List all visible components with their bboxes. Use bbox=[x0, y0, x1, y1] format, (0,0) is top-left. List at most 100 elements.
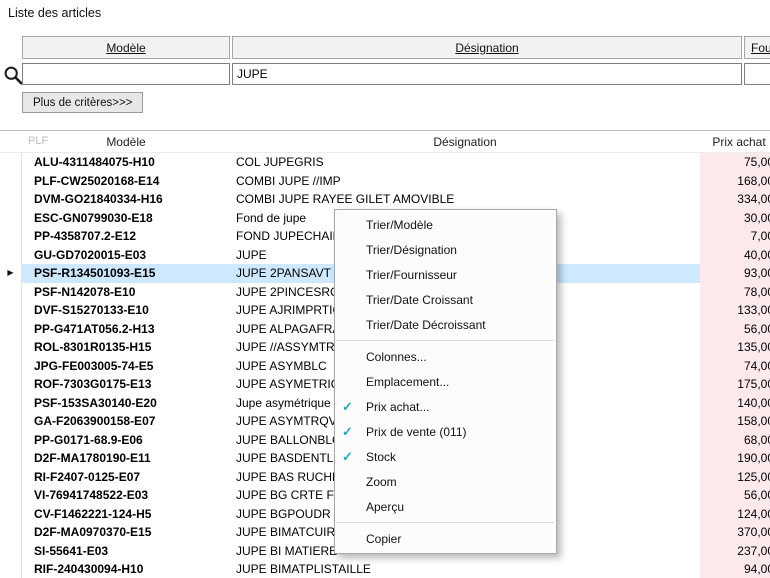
cell-modele: D2F-MA0970370-E15 bbox=[22, 523, 230, 542]
menu-item[interactable]: Emplacement... bbox=[335, 369, 556, 394]
menu-item[interactable]: Trier/Modèle bbox=[335, 212, 556, 237]
cell-modele: SI-55641-E03 bbox=[22, 542, 230, 561]
cell-prix-achat: 190,00 bbox=[700, 449, 770, 468]
articles-window: Liste des articles Modèle Désignation Fo… bbox=[0, 0, 770, 578]
row-gutter bbox=[0, 375, 22, 394]
cell-modele: ROF-7303G0175-E13 bbox=[22, 375, 230, 394]
row-gutter bbox=[0, 486, 22, 505]
menu-check-icon: ✓ bbox=[342, 424, 366, 440]
filter-header-designation[interactable]: Désignation bbox=[232, 36, 742, 59]
cell-modele: PSF-R134501093-E15 bbox=[22, 264, 230, 283]
row-gutter bbox=[0, 468, 22, 487]
row-gutter bbox=[0, 338, 22, 357]
filter-header-modele[interactable]: Modèle bbox=[22, 36, 230, 59]
search-icon[interactable] bbox=[3, 65, 23, 85]
menu-separator bbox=[337, 522, 554, 523]
row-gutter bbox=[0, 357, 22, 376]
cell-prix-achat: 56,00 bbox=[700, 486, 770, 505]
row-gutter bbox=[0, 505, 22, 524]
cell-modele: GA-F2063900158-E07 bbox=[22, 412, 230, 431]
cell-prix-achat: 168,00 bbox=[700, 172, 770, 191]
cell-prix-achat: 93,00 bbox=[700, 264, 770, 283]
menu-item-label: Trier/Désignation bbox=[366, 243, 556, 257]
cell-modele: ALU-4311484075-H10 bbox=[22, 153, 230, 172]
row-gutter bbox=[0, 246, 22, 265]
menu-item-label: Trier/Date Décroissant bbox=[366, 318, 556, 332]
column-header-prix-achat[interactable]: Prix achat bbox=[700, 135, 770, 149]
more-criteria-button[interactable]: Plus de critères>>> bbox=[22, 92, 143, 113]
row-gutter bbox=[0, 227, 22, 246]
menu-check-icon: ✓ bbox=[342, 449, 366, 465]
cell-prix-achat: 94,00 bbox=[700, 560, 770, 578]
menu-item-label: Trier/Modèle bbox=[366, 218, 556, 232]
filter-header-designation-label: Désignation bbox=[455, 41, 518, 55]
column-header-designation[interactable]: Désignation bbox=[230, 135, 700, 149]
filter-inputs bbox=[22, 63, 770, 85]
cell-prix-achat: 74,00 bbox=[700, 357, 770, 376]
cell-modele: CV-F1462221-124-H5 bbox=[22, 505, 230, 524]
row-gutter bbox=[0, 523, 22, 542]
row-gutter: ▶ bbox=[0, 264, 22, 283]
cell-prix-achat: 334,00 bbox=[700, 190, 770, 209]
row-gutter bbox=[0, 190, 22, 209]
cell-modele: PLF-CW25020168-E14 bbox=[22, 172, 230, 191]
page-title: Liste des articles bbox=[8, 6, 101, 20]
cell-prix-achat: 30,00 bbox=[700, 209, 770, 228]
row-gutter bbox=[0, 560, 22, 578]
menu-item[interactable]: ✓ Prix achat... bbox=[335, 394, 556, 419]
cell-prix-achat: 175,00 bbox=[700, 375, 770, 394]
row-gutter bbox=[0, 209, 22, 228]
menu-item[interactable]: Trier/Fournisseur bbox=[335, 262, 556, 287]
menu-item[interactable]: Trier/Désignation bbox=[335, 237, 556, 262]
row-gutter bbox=[0, 394, 22, 413]
table-row[interactable]: PLF-CW25020168-E14 COMBI JUPE //IMP 168,… bbox=[0, 172, 770, 191]
menu-item-label: Trier/Fournisseur bbox=[366, 268, 556, 282]
cell-modele: PSF-N142078-E10 bbox=[22, 283, 230, 302]
filter-column-headers: Modèle Désignation Fournisseur bbox=[22, 36, 770, 59]
row-gutter bbox=[0, 320, 22, 339]
menu-item[interactable]: ✓ Stock bbox=[335, 444, 556, 469]
cell-prix-achat: 135,00 bbox=[700, 338, 770, 357]
menu-item[interactable]: Copier bbox=[335, 526, 556, 551]
cell-designation: COL JUPEGRIS bbox=[230, 153, 700, 172]
menu-item[interactable]: Aperçu bbox=[335, 494, 556, 519]
filter-input-designation[interactable] bbox=[232, 63, 742, 85]
menu-item[interactable]: Trier/Date Croissant bbox=[335, 287, 556, 312]
menu-item[interactable]: Colonnes... bbox=[335, 344, 556, 369]
cell-modele: D2F-MA1780190-E11 bbox=[22, 449, 230, 468]
column-header-modele[interactable]: Modèle bbox=[22, 135, 230, 149]
cell-prix-achat: 40,00 bbox=[700, 246, 770, 265]
menu-item-label: Stock bbox=[366, 450, 556, 464]
menu-item[interactable]: Zoom bbox=[335, 469, 556, 494]
menu-item-label: Emplacement... bbox=[366, 375, 556, 389]
table-row[interactable]: DVM-GO21840334-H16 COMBI JUPE RAYEE GILE… bbox=[0, 190, 770, 209]
table-header-row: Modèle Désignation Prix achat bbox=[0, 131, 770, 153]
menu-item-label: Copier bbox=[366, 532, 556, 546]
menu-item[interactable]: Trier/Date Décroissant bbox=[335, 312, 556, 337]
row-gutter bbox=[0, 449, 22, 468]
row-gutter bbox=[0, 301, 22, 320]
cell-modele: ROL-8301R0135-H15 bbox=[22, 338, 230, 357]
cell-prix-achat: 370,00 bbox=[700, 523, 770, 542]
filter-header-fournisseur-label: Fournisseur bbox=[751, 41, 770, 55]
table-row[interactable]: ALU-4311484075-H10 COL JUPEGRIS 75,00 bbox=[0, 153, 770, 172]
menu-item-label: Aperçu bbox=[366, 500, 556, 514]
menu-item-label: Zoom bbox=[366, 475, 556, 489]
filter-input-fournisseur[interactable] bbox=[744, 63, 770, 85]
menu-item-label: Prix de vente (011) bbox=[366, 425, 556, 439]
row-gutter bbox=[0, 153, 22, 172]
filter-header-fournisseur[interactable]: Fournisseur bbox=[744, 36, 770, 59]
cell-modele: VI-76941748522-E03 bbox=[22, 486, 230, 505]
filter-input-modele[interactable] bbox=[22, 63, 230, 85]
cell-prix-achat: 56,00 bbox=[700, 320, 770, 339]
cell-prix-achat: 75,00 bbox=[700, 153, 770, 172]
menu-separator bbox=[337, 340, 554, 341]
menu-item-label: Prix achat... bbox=[366, 400, 556, 414]
row-gutter bbox=[0, 283, 22, 302]
cell-modele: RIF-240430094-H10 bbox=[22, 560, 230, 578]
table-row[interactable]: RIF-240430094-H10 JUPE BIMATPLISTAILLE 9… bbox=[0, 560, 770, 578]
cell-modele: RI-F2407-0125-E07 bbox=[22, 468, 230, 487]
cell-modele: PP-G0171-68.9-E06 bbox=[22, 431, 230, 450]
menu-item[interactable]: ✓ Prix de vente (011) bbox=[335, 419, 556, 444]
cell-prix-achat: 133,00 bbox=[700, 301, 770, 320]
